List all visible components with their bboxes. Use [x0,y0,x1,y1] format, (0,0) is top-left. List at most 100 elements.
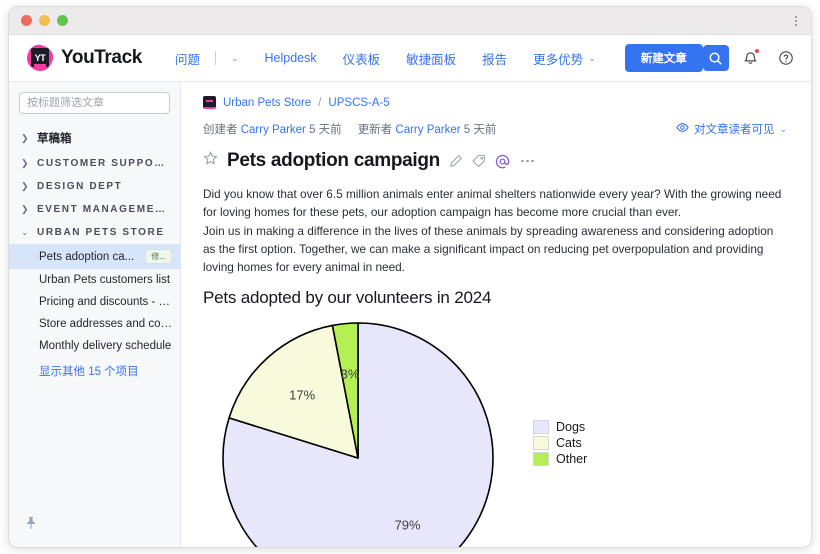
app-window: YT YouTrack 问题 ⌄ Helpdesk 仪表板 敏捷面板 报告 更多… [8,6,812,548]
more-options-icon[interactable] [519,160,536,163]
edit-pencil-icon[interactable] [449,154,463,168]
navbar-actions [703,45,812,71]
nav-links: 问题 ⌄ Helpdesk 仪表板 敏捷面板 报告 更多优势 ⌄ [162,49,609,68]
status-badge: 修... [145,249,172,264]
pie-label-cats: 17% [289,388,315,403]
sidebar-group-label: CUSTOMER SUPPORT [37,158,170,169]
article-paragraph: Did you know that over 6.5 million anima… [203,185,783,222]
sidebar-group-customer-support[interactable]: ❯ CUSTOMER SUPPORT [9,152,180,175]
kebab-menu-icon[interactable] [795,16,797,26]
sidebar-group-drafts[interactable]: ❯ 草稿箱 [9,124,180,152]
sidebar-group-urban-pets-store[interactable]: ⌄ URBAN PETS STORE [9,221,180,244]
chevron-down-icon: ⌄ [231,53,239,64]
article-title-row: Pets adoption campaign [203,150,787,172]
pie-label-dogs: 79% [395,518,421,533]
breadcrumb-separator: / [318,97,321,109]
youtrack-logo-icon: YT [27,45,53,71]
article-paragraphs: Did you know that over 6.5 million anima… [203,185,783,276]
chevron-right-icon: ❯ [21,204,30,215]
eye-icon [676,122,689,136]
traffic-lights [21,15,68,26]
filter-wrapper [9,82,180,120]
nav-link-agile-boards[interactable]: 敏捷面板 [393,49,469,68]
created-label: 创建者 [203,124,238,136]
pie-label-other: 3% [341,367,360,382]
list-item-label: Urban Pets customers list [39,274,170,286]
sidebar-group-label: URBAN PETS STORE [37,227,165,238]
nav-link-issues-caret[interactable]: ⌄ [218,53,252,64]
notifications-bell-icon[interactable] [738,45,764,71]
nav-link-more[interactable]: 更多优势 ⌄ [520,49,609,68]
sidebar-item-store-addresses[interactable]: Store addresses and conta... [9,313,180,335]
legend-label: Cats [556,436,582,450]
nav-link-more-label: 更多优势 [533,49,583,68]
chevron-right-icon: ❯ [21,158,30,169]
star-icon[interactable] [203,151,218,171]
nav-link-issues[interactable]: 问题 [162,49,213,68]
brand-name: YouTrack [61,47,142,69]
search-icon[interactable] [703,45,729,71]
sidebar-group-label: 草稿箱 [37,130,72,146]
nav-divider [215,51,216,65]
sidebar-item-pricing-and-discounts[interactable]: Pricing and discounts - NDA [9,291,180,313]
list-item-label: Pets adoption ca... [39,251,134,263]
article-paragraph: Join us in making a difference in the li… [203,222,783,277]
settings-gear-icon[interactable] [808,45,812,71]
window-title-bar [9,7,811,35]
chart-area: Pets adopted by our volunteers in 2024 7… [203,288,787,547]
legend-swatch [533,436,549,450]
created-time: 5 天前 [309,124,342,136]
sidebar-group-design-dept[interactable]: ❯ DESIGN DEPT [9,175,180,198]
main-navbar: YT YouTrack 问题 ⌄ Helpdesk 仪表板 敏捷面板 报告 更多… [9,35,811,82]
created-author[interactable]: Carry Parker [241,124,306,136]
legend-label: Dogs [556,420,585,434]
page-title: Pets adoption campaign [227,150,440,172]
nav-link-dashboard[interactable]: 仪表板 [330,49,394,68]
filter-articles-input[interactable] [19,92,170,114]
mention-at-icon[interactable] [495,154,510,169]
chevron-down-icon: ⌄ [21,227,30,238]
sidebar-group-label: EVENT MANAGEMENT ... [37,204,170,215]
breadcrumb-article-id[interactable]: UPSCS-A-5 [328,97,389,109]
sidebar-group-label: DESIGN DEPT [37,181,122,192]
tag-icon[interactable] [472,154,486,168]
articles-tree: ❯ 草稿箱 ❯ CUSTOMER SUPPORT ❯ DESIGN DEPT ❯… [9,120,180,547]
maximize-window-button[interactable] [57,15,68,26]
updated-author[interactable]: Carry Parker [395,124,460,136]
sidebar-item-pets-adoption-campaign[interactable]: Pets adoption ca... 修... [9,244,180,269]
minimize-window-button[interactable] [39,15,50,26]
chevron-right-icon: ❯ [21,181,30,192]
nav-link-reports[interactable]: 报告 [469,49,520,68]
visibility-selector[interactable]: 对文章读者可见 ⌄ [676,121,787,137]
help-question-icon[interactable] [773,45,799,71]
chart-title: Pets adopted by our volunteers in 2024 [203,288,787,308]
new-article-button[interactable]: 新建文章 [625,44,703,72]
close-window-button[interactable] [21,15,32,26]
created-meta: 创建者 Carry Parker 5 天前 [203,121,342,137]
pie-chart-svg: 79% 17% 3% [203,310,763,547]
sidebar-item-urban-pets-customers-list[interactable]: Urban Pets customers list [9,269,180,291]
pie-chart: 79% 17% 3% Dogs Cats [203,310,787,547]
notification-badge [754,48,760,54]
show-more-items-link[interactable]: 显示其他 15 个项目 [9,357,180,385]
brand-logo[interactable]: YT YouTrack [27,45,142,71]
chevron-down-icon: ⌄ [779,124,787,135]
legend-item-other[interactable]: Other [533,452,587,466]
nav-link-helpdesk[interactable]: Helpdesk [252,51,330,65]
sidebar-group-event-management[interactable]: ❯ EVENT MANAGEMENT ... [9,198,180,221]
sidebar-item-monthly-delivery-schedule[interactable]: Monthly delivery schedule [9,335,180,357]
chevron-right-icon: ❯ [21,133,30,144]
legend-item-cats[interactable]: Cats [533,436,587,450]
updated-label: 更新者 [358,124,393,136]
chart-legend: Dogs Cats Other [533,420,587,466]
legend-item-dogs[interactable]: Dogs [533,420,587,434]
chevron-down-icon: ⌄ [588,53,596,64]
project-icon [203,96,216,109]
breadcrumb-project-link[interactable]: Urban Pets Store [223,97,311,109]
updated-meta: 更新者 Carry Parker 5 天前 [358,121,497,137]
app-body: ❯ 草稿箱 ❯ CUSTOMER SUPPORT ❯ DESIGN DEPT ❯… [9,82,811,547]
legend-label: Other [556,452,587,466]
pin-icon[interactable] [25,517,37,535]
sidebar: ❯ 草稿箱 ❯ CUSTOMER SUPPORT ❯ DESIGN DEPT ❯… [9,82,181,547]
list-item-label: Store addresses and conta... [39,318,172,330]
